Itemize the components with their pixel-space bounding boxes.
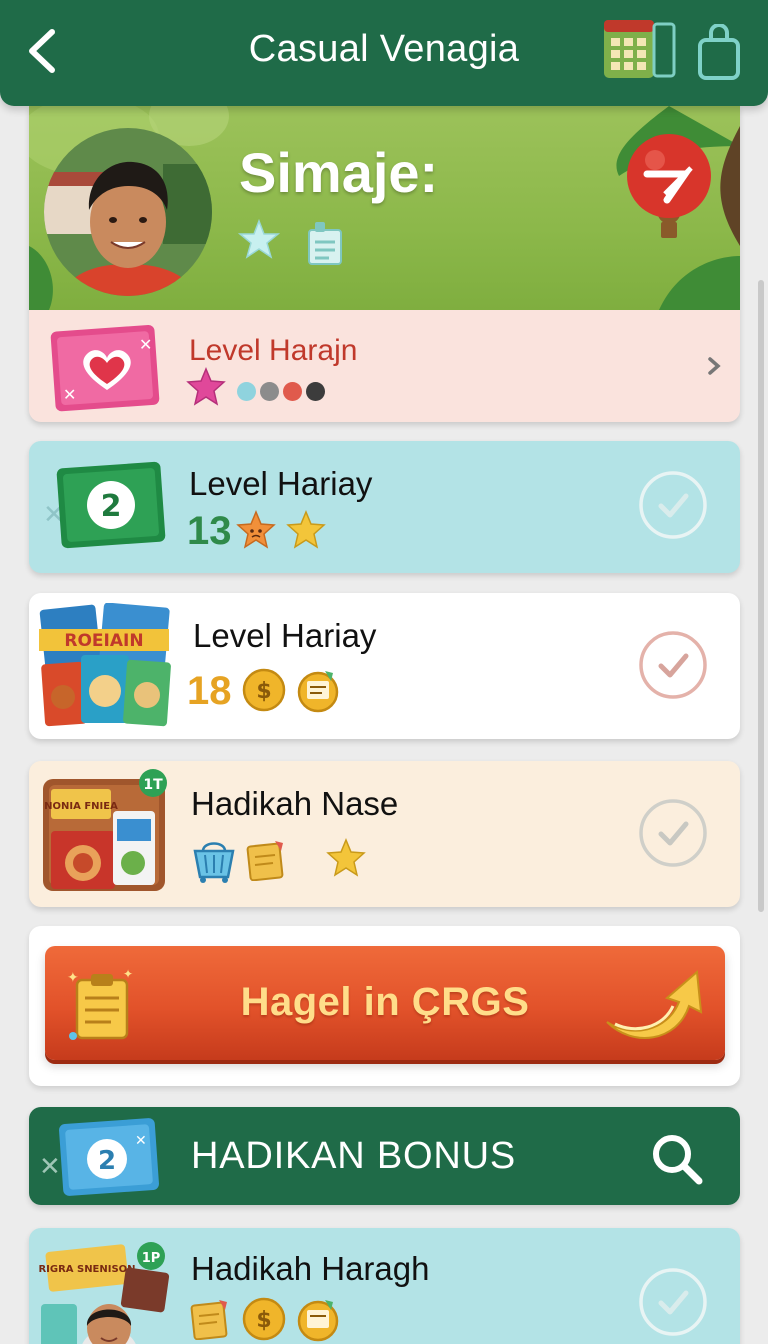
hagel-cta-button[interactable]: ✦ ✦ Hagel in ÇRGS bbox=[45, 946, 725, 1060]
progress-dots bbox=[237, 382, 325, 401]
check-circle-icon[interactable] bbox=[637, 1266, 709, 1338]
svg-text:✦: ✦ bbox=[123, 967, 133, 981]
task-card[interactable]: NONIA FNIEA 1T Hadikah Nase bbox=[29, 761, 740, 907]
app-header: Casual Venagia bbox=[0, 0, 768, 106]
task-card[interactable]: RIGRA SNENISON 1P Hadikah Haragh $ bbox=[29, 1228, 740, 1344]
task-count: 13 bbox=[187, 509, 232, 553]
profile-banner: Simaje: bbox=[29, 106, 740, 310]
level-label: Level Harajn bbox=[189, 334, 358, 367]
profile-card: Simaje: ✕ ✕ Level Harajn bbox=[29, 106, 740, 422]
calendar-icon[interactable] bbox=[602, 16, 678, 82]
promo-sign: RIGRA SNENISON bbox=[39, 1264, 136, 1275]
tag-badge-icon bbox=[297, 1300, 339, 1342]
task-title: Level Hariay bbox=[189, 465, 373, 502]
task-card[interactable]: ✕ 2 Level Hariay 13 bbox=[29, 441, 740, 573]
task-count: 18 bbox=[187, 669, 232, 713]
star-icon bbox=[286, 510, 326, 549]
progress-dot bbox=[306, 382, 325, 401]
snack-packs-image: ROEIAIN bbox=[39, 603, 171, 727]
check-circle-icon[interactable] bbox=[637, 469, 709, 541]
clipboard-icon bbox=[246, 841, 284, 881]
bonus-bar[interactable]: ✕ 2 ✕ HADIKAN BONUS bbox=[29, 1107, 740, 1205]
number-ticket-icon: ✕ 2 bbox=[43, 461, 166, 549]
ticket-number: 2 bbox=[101, 489, 122, 524]
badge-label: 1T bbox=[143, 777, 163, 793]
star-icon bbox=[326, 838, 366, 877]
check-circle-icon[interactable] bbox=[637, 797, 709, 869]
svg-text:✕: ✕ bbox=[135, 1133, 147, 1149]
chevron-right-icon[interactable] bbox=[705, 354, 723, 378]
check-circle-icon[interactable] bbox=[637, 629, 709, 701]
star-face-icon bbox=[236, 510, 276, 549]
task-title: Hadikah Haragh bbox=[191, 1250, 430, 1287]
level-row[interactable]: ✕ ✕ Level Harajn bbox=[29, 310, 740, 422]
ticket-number: 2 bbox=[98, 1146, 116, 1176]
svg-text:$: $ bbox=[256, 679, 271, 704]
svg-text:✕: ✕ bbox=[139, 335, 152, 354]
tag-badge-icon bbox=[297, 671, 339, 713]
basket-icon bbox=[193, 842, 235, 883]
shop-sign: NONIA FNIEA bbox=[44, 801, 118, 812]
progress-dot bbox=[283, 382, 302, 401]
svg-text:$: $ bbox=[256, 1308, 271, 1333]
svg-text:✕: ✕ bbox=[39, 1152, 61, 1182]
progress-dot bbox=[260, 382, 279, 401]
curved-arrow-icon bbox=[606, 969, 703, 1039]
bonus-ticket-icon: ✕ 2 ✕ bbox=[39, 1118, 159, 1196]
cta-container: ✦ ✦ Hagel in ÇRGS bbox=[29, 926, 740, 1086]
task-title: Level Hariay bbox=[193, 617, 377, 654]
star-icon bbox=[237, 218, 281, 259]
heart-ticket-icon: ✕ ✕ bbox=[50, 325, 160, 412]
coin-icon: $ bbox=[242, 1297, 286, 1341]
snack-brand: ROEIAIN bbox=[64, 631, 143, 651]
search-icon[interactable] bbox=[649, 1131, 705, 1187]
svg-text:✕: ✕ bbox=[63, 385, 76, 404]
badge-label: 1P bbox=[142, 1251, 161, 1266]
avatar[interactable] bbox=[43, 124, 213, 310]
star-icon bbox=[186, 367, 226, 406]
scrollbar[interactable] bbox=[758, 280, 764, 912]
food-shop-image: NONIA FNIEA 1T bbox=[43, 769, 167, 891]
clipboard-icon bbox=[190, 1300, 228, 1340]
progress-dot bbox=[237, 382, 256, 401]
task-card[interactable]: ROEIAIN Level Hariay 18 $ bbox=[29, 593, 740, 739]
balloon-icon[interactable] bbox=[625, 130, 715, 248]
shopping-bag-icon[interactable] bbox=[696, 24, 742, 82]
bonus-label: HADIKAN BONUS bbox=[191, 1135, 517, 1177]
promo-girl-image: RIGRA SNENISON 1P bbox=[39, 1242, 170, 1344]
task-title: Hadikah Nase bbox=[191, 785, 399, 822]
coin-icon: $ bbox=[242, 668, 286, 712]
document-icon bbox=[308, 222, 342, 265]
profile-name: Simaje: bbox=[239, 141, 439, 204]
